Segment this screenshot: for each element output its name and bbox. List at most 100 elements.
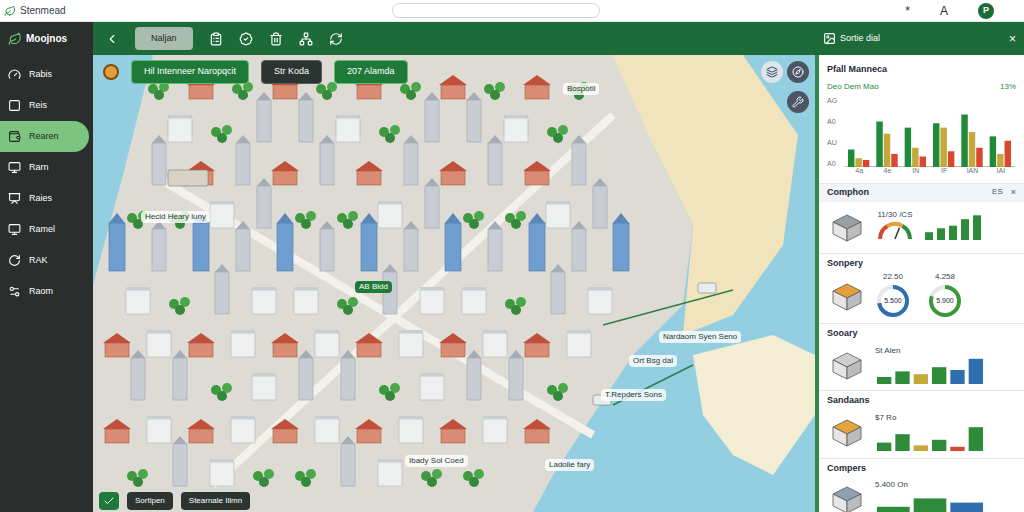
building-icon [827,210,867,244]
bar [937,229,945,241]
house [439,75,467,99]
bar [961,219,969,240]
map-chip[interactable]: Hil Intenneer Naropqcit [131,60,249,84]
donut: 4.2585.900 [927,273,963,319]
chart-bar [848,149,854,167]
chart-bar [920,156,926,167]
map-label[interactable]: Hecid Heary luny [141,211,210,223]
tower [404,221,418,271]
sidebar-item[interactable]: Rarn [0,152,89,183]
browser-action[interactable]: * [905,2,910,20]
chart-bar [997,153,1003,166]
trees [421,469,442,487]
browser-title: Stenmead [20,3,66,18]
building [483,330,507,357]
building [378,201,402,228]
tower [488,221,502,271]
tool-icon[interactable] [299,32,313,46]
trees [148,82,169,100]
sidebar-item[interactable]: RAK [0,245,89,276]
map-label[interactable]: AB Bldd [355,281,392,293]
layers-icon [766,66,778,78]
compass-icon [792,66,804,78]
trees [295,469,316,487]
building-icon [827,279,867,313]
building-icon [827,415,867,449]
mini-bar-chart [875,356,985,384]
sidebar-item[interactable]: Ramel [0,214,89,245]
trees [232,82,253,100]
building [420,373,444,400]
profile-button[interactable]: P [978,3,994,19]
sidebar-item[interactable]: Raies [0,183,89,214]
tool-icon[interactable] [269,32,283,46]
house [355,333,383,357]
tools-button[interactable] [787,91,809,113]
stat-card[interactable]: SooarySt Alen [819,324,1024,391]
tower [131,350,145,400]
mini-bar-chart [875,423,985,451]
chart-bar [948,151,954,167]
land [93,55,693,512]
tool-icon[interactable] [329,32,343,46]
card-label: Compers [819,459,1024,474]
tool-icon[interactable] [239,32,253,46]
url-field[interactable] [392,3,600,18]
toolbar-tab[interactable]: Naljan [135,27,193,51]
back-icon[interactable] [105,32,119,46]
bar [932,367,946,384]
sidebar-item[interactable]: Rabis [0,59,89,90]
map-label[interactable]: Ladolie fary [545,459,594,471]
sidebar-item[interactable]: Raom [0,276,89,307]
filter-chip[interactable]: Stearnale Illmn [181,492,250,510]
stat-card[interactable]: Compers5.400 On [819,459,1024,512]
stat-card[interactable]: 11/30 /CS [819,202,1024,254]
trees [127,469,148,487]
map-label[interactable]: Nardaom Syen Seno [659,331,741,343]
sidebar-item[interactable]: Rearen [0,121,89,152]
map-chip[interactable]: 207 Alamda [334,60,408,84]
building [147,330,171,357]
building [483,416,507,443]
chart-bar [905,127,911,166]
donut: 22.505.500 [875,273,911,319]
tool-icon[interactable] [209,32,223,46]
section-close[interactable]: × [1011,186,1016,200]
leaf-icon [4,5,16,17]
chart-bar [969,132,975,167]
map-label[interactable]: T.Repders Sons [601,389,666,401]
filter-chip[interactable]: Sortipen [127,492,173,510]
close-button[interactable]: × [1009,30,1016,48]
stat-card[interactable]: Sonpery22.505.5004.2585.900 [819,254,1024,324]
map-label[interactable]: Bospotil [563,83,599,95]
city-map[interactable] [93,55,815,512]
house [523,75,551,99]
building [231,416,255,443]
stat-card[interactable]: Sandaans$7 Ro [819,391,1024,458]
bar [877,507,910,512]
layers-button[interactable] [761,61,783,83]
filter-checkbox[interactable] [99,492,119,510]
toolbar: Naljan [93,22,815,55]
browser-action[interactable]: A [940,2,948,20]
menu-icon [8,254,21,267]
tower [215,264,229,314]
section-header: ComphonES× [819,184,1024,202]
map-label[interactable]: Ort Bsg dal [629,355,677,367]
map-label[interactable]: Ibady Sol Coed [405,455,468,467]
map-chip[interactable]: Str Koda [261,60,322,84]
tower [593,178,607,228]
sidebar-item[interactable]: Reis [0,90,89,121]
browser-bar: Stenmead * A P [0,0,1024,22]
chart-bar [884,133,890,166]
house [523,161,551,185]
compass-button[interactable] [787,61,809,83]
trees [400,82,421,100]
bar [877,377,891,384]
bar [895,371,909,384]
card-label: Sooary [819,324,1024,339]
map-view[interactable]: Hil Intenneer Naropqcit Str Koda 207 Alamd… [93,55,815,512]
pin-icon [103,64,119,80]
logo-icon [8,32,22,46]
house [355,161,383,185]
